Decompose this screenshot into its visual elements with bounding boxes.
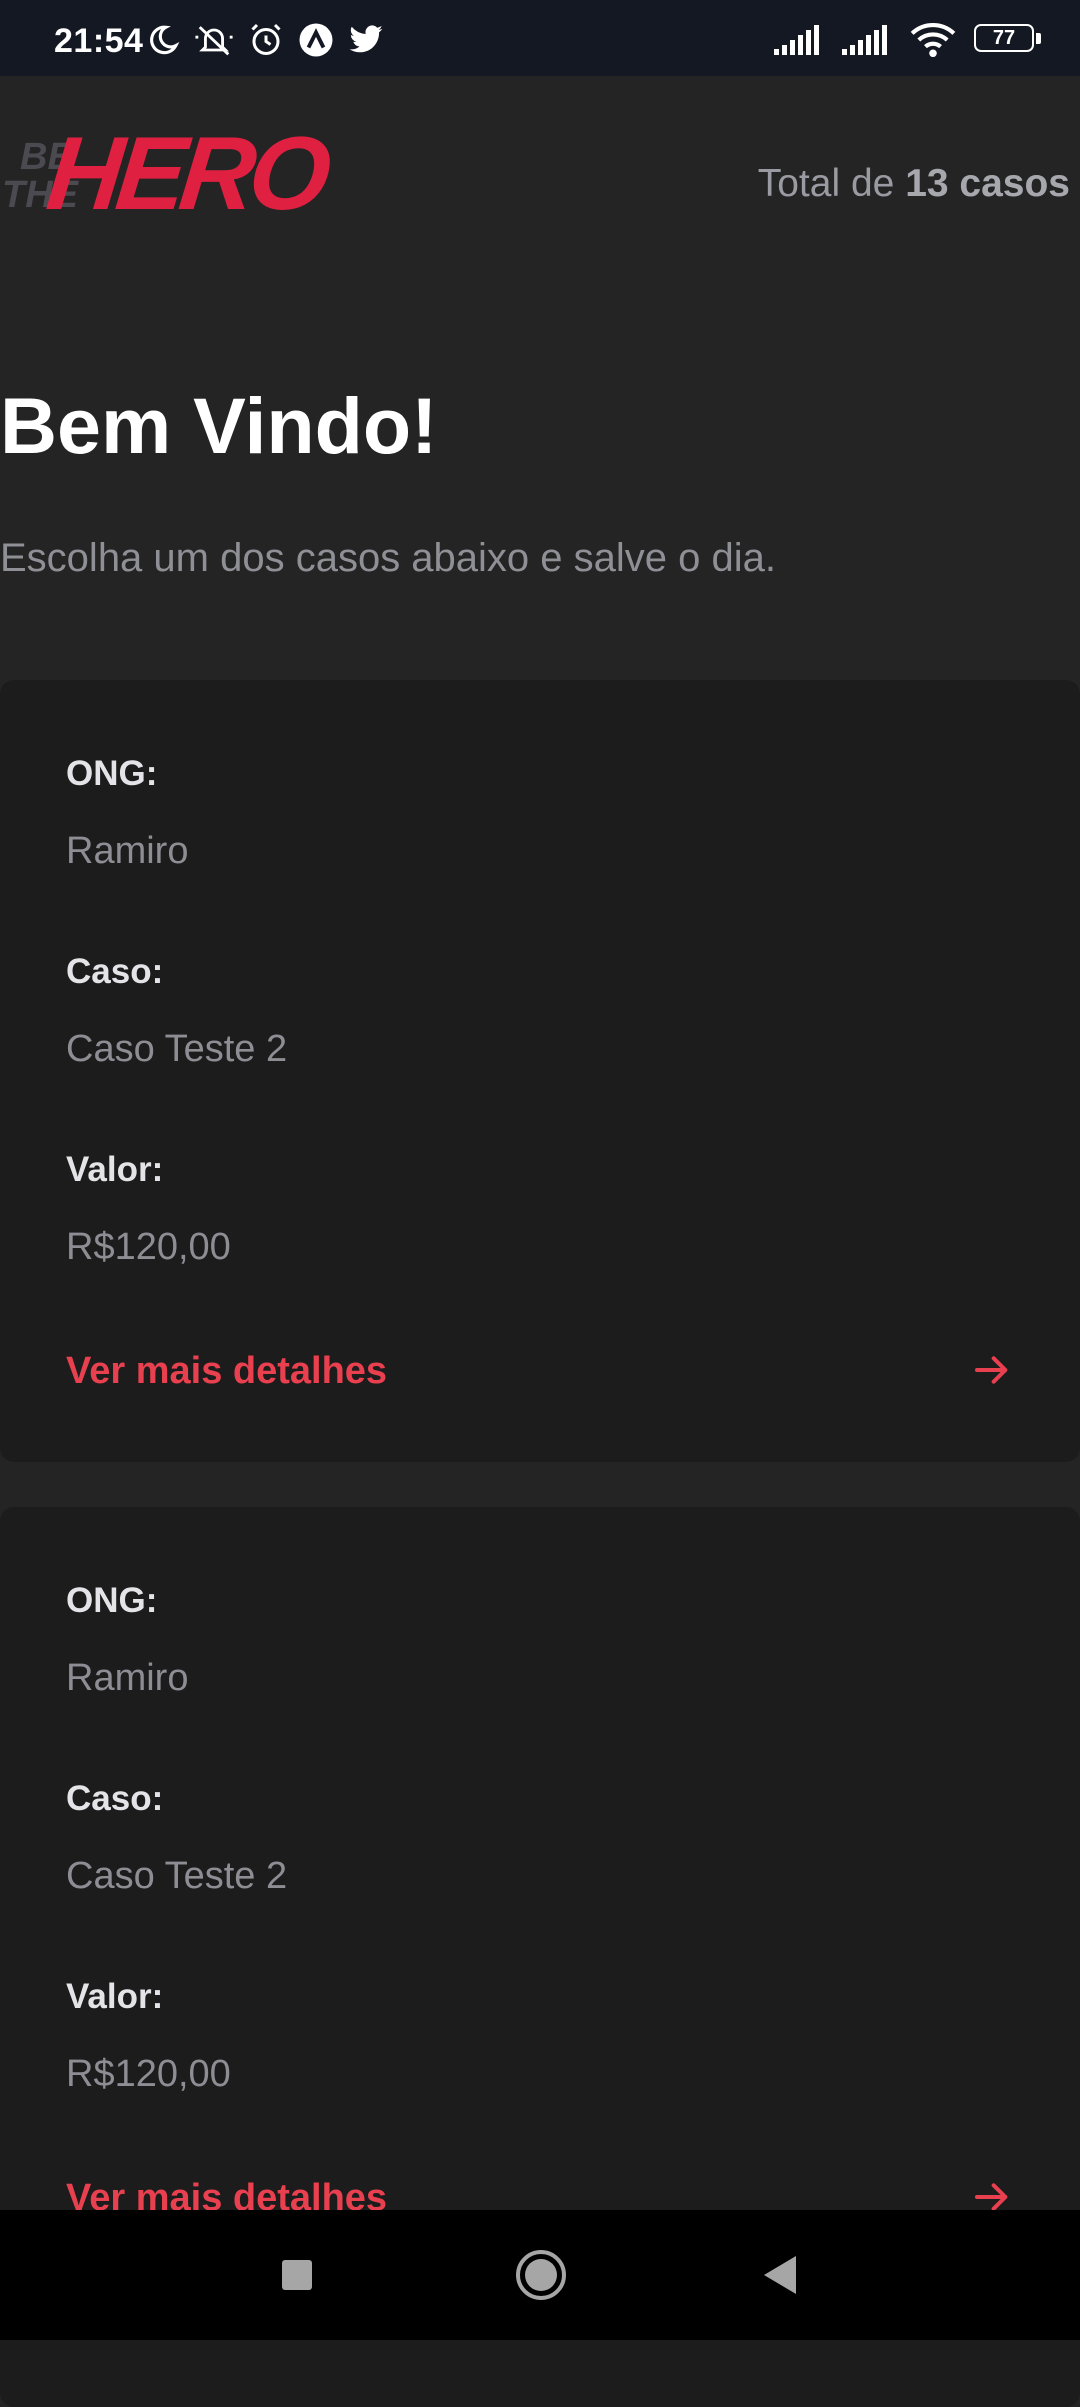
signal-icon <box>774 25 819 55</box>
ong-label: ONG: <box>66 754 158 793</box>
total-prefix: Total de <box>757 162 895 205</box>
battery-icon: 77 <box>974 24 1042 56</box>
status-time: 21:54 <box>54 22 144 60</box>
case-label: Caso: <box>66 1779 164 1818</box>
value-label: Valor: <box>66 1977 164 2016</box>
arrow-right-icon[interactable] <box>972 1350 1012 1390</box>
signal-icon <box>842 25 887 55</box>
bell-off-icon <box>195 26 233 56</box>
case-label: Caso: <box>66 952 164 991</box>
status-bar: 21:54 77 <box>0 0 1080 76</box>
twitter-icon <box>349 25 383 53</box>
value-label: Valor: <box>66 1150 164 1189</box>
total-count: 13 casos <box>905 162 1070 205</box>
incident-card: ONG: Ramiro Caso: Caso Teste 2 Valor: R$… <box>0 680 1080 1462</box>
a-badge-icon <box>299 23 333 57</box>
home-circle-icon[interactable] <box>514 2248 568 2302</box>
wifi-icon <box>910 23 956 58</box>
page-description: Escolha um dos casos abaixo e salve o di… <box>0 536 776 580</box>
ong-label: ONG: <box>66 1581 158 1620</box>
logo-hero: HERO <box>41 116 331 232</box>
ong-value: Ramiro <box>66 830 189 872</box>
details-link[interactable]: Ver mais detalhes <box>66 1350 387 1393</box>
status-icons-right: 77 <box>774 20 1042 60</box>
value-value: R$120,00 <box>66 1226 231 1268</box>
recents-square-icon[interactable] <box>280 2258 314 2292</box>
case-value: Caso Teste 2 <box>66 1855 288 1897</box>
ong-value: Ramiro <box>66 1657 189 1699</box>
case-value: Caso Teste 2 <box>66 1028 288 1070</box>
be-the-hero-logo: BE THE HERO <box>0 116 331 242</box>
status-icons-left <box>146 20 384 60</box>
moon-icon <box>150 25 180 55</box>
alarm-icon <box>251 23 281 55</box>
total-cases: Total de 13 casos <box>758 162 1070 206</box>
back-triangle-icon[interactable] <box>762 2254 798 2296</box>
system-navigation-bar <box>0 2210 1080 2340</box>
battery-level: 77 <box>992 27 1016 49</box>
page-title: Bem Vindo! <box>0 381 438 470</box>
value-value: R$120,00 <box>66 2053 231 2095</box>
